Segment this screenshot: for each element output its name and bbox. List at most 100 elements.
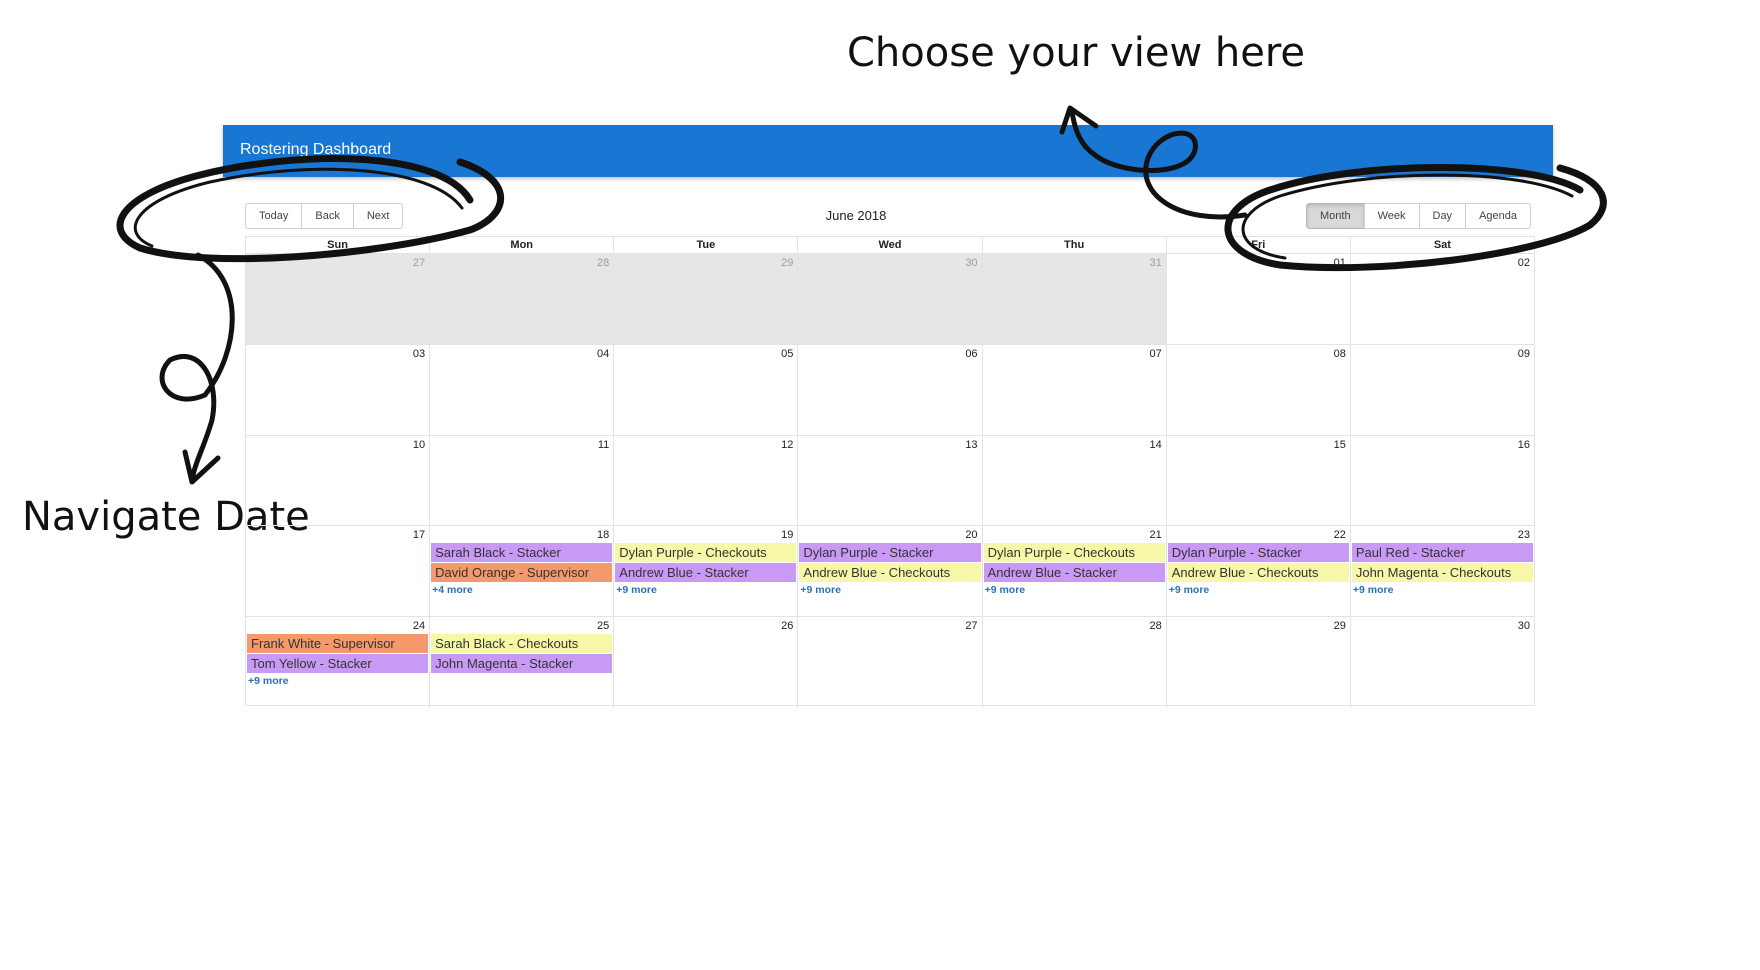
- day-number[interactable]: 23: [1518, 529, 1530, 541]
- day-cell[interactable]: 29: [613, 254, 798, 344]
- day-cell[interactable]: 02: [1349, 254, 1534, 344]
- day-cell[interactable]: 21 Dylan Purple - Checkouts Andrew Blue - …: [981, 526, 1166, 617]
- more-events-link[interactable]: +9 more: [247, 674, 428, 688]
- day-cell[interactable]: 15: [1165, 435, 1350, 526]
- day-number[interactable]: 04: [597, 348, 609, 360]
- day-cell[interactable]: 31: [981, 254, 1166, 344]
- day-cell[interactable]: 06: [797, 344, 981, 435]
- day-number[interactable]: 29: [1334, 620, 1346, 632]
- day-cell[interactable]: 08: [1165, 344, 1350, 435]
- day-number[interactable]: 26: [781, 620, 793, 632]
- day-cell[interactable]: 14: [981, 435, 1166, 526]
- day-cell[interactable]: 12: [613, 435, 797, 526]
- day-cell[interactable]: 09: [1349, 344, 1534, 435]
- day-number[interactable]: 15: [1334, 439, 1346, 451]
- day-number[interactable]: 29: [781, 257, 793, 269]
- day-cell[interactable]: 16: [1349, 435, 1534, 526]
- day-number[interactable]: 14: [1149, 439, 1161, 451]
- day-cell[interactable]: 27: [797, 617, 981, 708]
- day-number[interactable]: 25: [597, 620, 609, 632]
- shift-event[interactable]: Frank White - Supervisor: [247, 634, 429, 654]
- more-events-link[interactable]: +9 more: [1168, 583, 1349, 597]
- shift-event[interactable]: John Magenta - Checkouts: [1351, 563, 1533, 583]
- day-cell[interactable]: 01: [1165, 254, 1350, 344]
- shift-event[interactable]: Dylan Purple - Checkouts: [983, 543, 1165, 563]
- day-cell[interactable]: 11: [429, 435, 613, 526]
- day-cell[interactable]: 18 Sarah Black - Stacker David Orange - Su…: [429, 526, 613, 617]
- day-cell[interactable]: 26: [613, 617, 797, 708]
- day-number[interactable]: 18: [597, 529, 609, 541]
- day-number[interactable]: 19: [781, 529, 793, 541]
- day-number[interactable]: 17: [413, 529, 425, 541]
- day-number[interactable]: 05: [781, 348, 793, 360]
- more-events-link[interactable]: +9 more: [799, 583, 980, 597]
- shift-event[interactable]: Sarah Black - Stacker: [431, 543, 613, 563]
- day-number[interactable]: 11: [598, 439, 609, 451]
- day-number[interactable]: 27: [413, 257, 425, 269]
- day-number[interactable]: 13: [965, 439, 977, 451]
- back-button[interactable]: Back: [301, 203, 354, 229]
- day-cell[interactable]: 25 Sarah Black - Checkouts John Magenta - …: [429, 617, 613, 708]
- day-number[interactable]: 28: [597, 257, 609, 269]
- day-number[interactable]: 08: [1334, 348, 1346, 360]
- shift-event[interactable]: Andrew Blue - Stacker: [983, 563, 1165, 583]
- next-button[interactable]: Next: [352, 203, 404, 229]
- more-events-link[interactable]: +9 more: [615, 583, 796, 597]
- shift-event[interactable]: Tom Yellow - Stacker: [247, 654, 429, 674]
- day-number[interactable]: 22: [1334, 529, 1346, 541]
- day-cell[interactable]: 28: [429, 254, 614, 344]
- shift-event[interactable]: Andrew Blue - Stacker: [615, 563, 797, 583]
- month-view-button[interactable]: Month: [1306, 203, 1365, 229]
- day-number[interactable]: 06: [965, 348, 977, 360]
- day-cell[interactable]: 19 Dylan Purple - Checkouts Andrew Blue - …: [613, 526, 797, 617]
- day-number[interactable]: 01: [1334, 257, 1346, 269]
- day-cell[interactable]: 07: [981, 344, 1166, 435]
- day-number[interactable]: 07: [1149, 348, 1161, 360]
- day-number[interactable]: 30: [965, 257, 977, 269]
- day-cell[interactable]: 23 Paul Red - Stacker John Magenta - Check…: [1349, 526, 1534, 617]
- day-cell[interactable]: 24 Frank White - Supervisor Tom Yellow - S…: [246, 617, 429, 708]
- day-number[interactable]: 24: [413, 620, 425, 632]
- shift-event[interactable]: John Magenta - Stacker: [431, 654, 613, 674]
- day-number[interactable]: 30: [1518, 620, 1530, 632]
- week-view-button[interactable]: Week: [1363, 203, 1420, 229]
- day-cell[interactable]: 22 Dylan Purple - Stacker Andrew Blue - Ch…: [1165, 526, 1350, 617]
- day-cell[interactable]: 17: [246, 526, 429, 616]
- day-cell[interactable]: 05: [613, 344, 797, 435]
- day-cell[interactable]: 27: [246, 254, 430, 344]
- day-number[interactable]: 21: [1149, 529, 1161, 541]
- shift-event[interactable]: Sarah Black - Checkouts: [431, 634, 613, 654]
- more-events-link[interactable]: +9 more: [1352, 583, 1533, 597]
- shift-event[interactable]: Andrew Blue - Checkouts: [799, 563, 981, 583]
- day-cell[interactable]: 03: [246, 345, 429, 435]
- shift-event[interactable]: Dylan Purple - Stacker: [1167, 543, 1349, 563]
- day-number[interactable]: 03: [413, 348, 425, 360]
- day-number[interactable]: 02: [1518, 257, 1530, 269]
- day-number[interactable]: 16: [1518, 439, 1530, 451]
- day-number[interactable]: 20: [965, 529, 977, 541]
- day-number[interactable]: 28: [1149, 620, 1161, 632]
- agenda-view-button[interactable]: Agenda: [1465, 203, 1531, 229]
- day-cell[interactable]: 04: [429, 344, 613, 435]
- day-cell[interactable]: 29: [1165, 617, 1350, 708]
- shift-event[interactable]: Paul Red - Stacker: [1351, 543, 1533, 563]
- day-cell[interactable]: 30: [1349, 617, 1534, 708]
- day-number[interactable]: 31: [1149, 257, 1161, 269]
- day-number[interactable]: 10: [413, 439, 425, 451]
- day-number[interactable]: 12: [781, 439, 793, 451]
- day-view-button[interactable]: Day: [1418, 203, 1467, 229]
- shift-event[interactable]: Dylan Purple - Stacker: [799, 543, 981, 563]
- shift-event[interactable]: Dylan Purple - Checkouts: [615, 543, 797, 563]
- shift-event[interactable]: Andrew Blue - Checkouts: [1167, 563, 1349, 583]
- day-cell[interactable]: 20 Dylan Purple - Stacker Andrew Blue - Ch…: [797, 526, 981, 617]
- day-cell[interactable]: 28: [981, 617, 1166, 708]
- more-events-link[interactable]: +4 more: [431, 583, 612, 597]
- today-button[interactable]: Today: [245, 203, 303, 229]
- day-cell[interactable]: 30: [797, 254, 982, 344]
- day-number[interactable]: 09: [1518, 348, 1530, 360]
- day-cell[interactable]: 13: [797, 435, 981, 526]
- day-cell[interactable]: 10: [246, 436, 429, 526]
- day-number[interactable]: 27: [965, 620, 977, 632]
- shift-event[interactable]: David Orange - Supervisor: [431, 563, 613, 583]
- more-events-link[interactable]: +9 more: [984, 583, 1165, 597]
